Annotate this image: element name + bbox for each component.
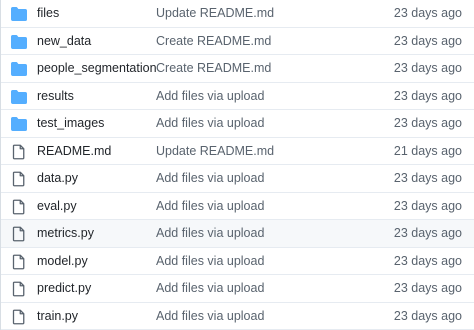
commit-message-link[interactable]: Add files via upload — [156, 193, 264, 220]
commit-age: 23 days ago — [393, 253, 462, 268]
file-icon — [11, 281, 27, 297]
file-row[interactable]: files Update README.md 23 days ago — [1, 0, 474, 28]
file-icon — [11, 171, 27, 187]
file-name-link[interactable]: README.md — [37, 138, 111, 165]
file-name-link[interactable]: new_data — [37, 28, 91, 55]
commit-message-link[interactable]: Create README.md — [156, 55, 271, 82]
folder-icon — [11, 6, 27, 22]
file-row[interactable]: results Add files via upload 23 days ago — [1, 83, 474, 110]
commit-message-link[interactable]: Create README.md — [156, 28, 271, 55]
commit-message-link[interactable]: Add files via upload — [156, 83, 264, 110]
commit-message-link[interactable]: Add files via upload — [156, 248, 264, 275]
file-name-link[interactable]: results — [37, 83, 74, 110]
file-name-link[interactable]: train.py — [37, 303, 78, 330]
folder-icon — [11, 116, 27, 132]
commit-age: 23 days ago — [393, 61, 462, 75]
commit-age: 23 days ago — [393, 6, 462, 20]
file-icon — [11, 226, 27, 242]
file-name-link[interactable]: metrics.py — [37, 220, 94, 247]
commit-message-link[interactable]: Update README.md — [156, 0, 274, 27]
file-icon — [11, 309, 27, 325]
commit-message-link[interactable]: Add files via upload — [156, 110, 264, 137]
file-name-link[interactable]: people_segmentation — [37, 55, 157, 82]
file-name-link[interactable]: data.py — [37, 165, 78, 192]
file-row[interactable]: new_data Create README.md 23 days ago — [1, 28, 474, 55]
file-row[interactable]: model.py Add files via upload 23 days ag… — [1, 248, 474, 275]
file-row[interactable]: people_segmentation Create README.md 23 … — [1, 55, 474, 83]
file-row[interactable]: metrics.py Add files via upload 23 days … — [1, 220, 474, 248]
file-name-link[interactable]: test_images — [37, 110, 104, 137]
file-icon — [11, 254, 27, 270]
file-row[interactable]: README.md Update README.md 21 days ago — [1, 138, 474, 165]
file-row[interactable]: predict.py Add files via upload 23 days … — [1, 275, 474, 303]
commit-age: 23 days ago — [393, 226, 462, 240]
commit-age: 23 days ago — [393, 308, 462, 323]
file-icon — [11, 199, 27, 215]
commit-age: 23 days ago — [393, 88, 462, 103]
commit-age: 23 days ago — [393, 198, 462, 213]
file-icon — [11, 144, 27, 160]
file-row[interactable]: train.py Add files via upload 23 days ag… — [1, 303, 474, 330]
commit-age: 23 days ago — [393, 281, 462, 295]
file-row[interactable]: eval.py Add files via upload 23 days ago — [1, 193, 474, 220]
commit-message-link[interactable]: Update README.md — [156, 138, 274, 165]
commit-age: 21 days ago — [393, 143, 462, 158]
file-name-link[interactable]: predict.py — [37, 275, 91, 302]
commit-age: 23 days ago — [393, 33, 462, 48]
commit-message-link[interactable]: Add files via upload — [156, 303, 264, 330]
folder-icon — [11, 89, 27, 105]
file-list: files Update README.md 23 days ago new_d… — [0, 0, 474, 330]
commit-message-link[interactable]: Add files via upload — [156, 275, 264, 302]
folder-icon — [11, 34, 27, 50]
file-name-link[interactable]: files — [37, 0, 59, 27]
file-row[interactable]: data.py Add files via upload 23 days ago — [1, 165, 474, 193]
commit-message-link[interactable]: Add files via upload — [156, 165, 264, 192]
file-name-link[interactable]: model.py — [37, 248, 88, 275]
file-row[interactable]: test_images Add files via upload 23 days… — [1, 110, 474, 138]
file-name-link[interactable]: eval.py — [37, 193, 77, 220]
commit-age: 23 days ago — [393, 116, 462, 130]
commit-message-link[interactable]: Add files via upload — [156, 220, 264, 247]
folder-icon — [11, 61, 27, 77]
commit-age: 23 days ago — [393, 171, 462, 185]
